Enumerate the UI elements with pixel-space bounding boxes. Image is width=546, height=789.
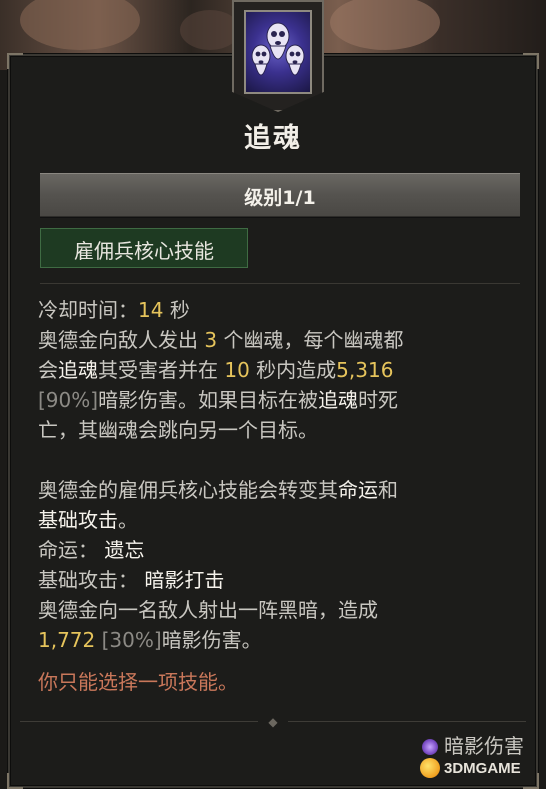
keyword-haunt: 追魂	[58, 358, 98, 382]
basic-attack-value: 暗影打击	[144, 568, 225, 592]
ghost-count: 3	[204, 328, 218, 352]
description-text: 时死	[358, 388, 399, 412]
description-line: 会追魂其受害者并在 10 秒内造成5,316	[38, 355, 518, 385]
site-watermark: 3DMGAME	[420, 758, 540, 784]
description-text: 暗影伤害。如果目标在被	[98, 388, 319, 412]
cooldown-line: 冷却时间：14 秒	[38, 295, 518, 325]
description-text: 其受害者并在	[98, 358, 218, 382]
divider-line	[20, 721, 258, 722]
section-divider	[40, 283, 520, 284]
description-text: 会	[38, 358, 58, 382]
description-line: 奥德金向一名敌人射出一阵黑暗，造成	[38, 598, 378, 622]
description-text: 个幽魂，每个幽魂都	[223, 328, 404, 352]
basic-attack-label: 基础攻击：	[38, 568, 138, 592]
description-line: 奥德金向敌人发出 3 个幽魂，每个幽魂都	[38, 325, 518, 355]
damage-type: 暗影伤害	[422, 730, 524, 759]
basic-attack-line: 基础攻击： 暗影打击	[38, 565, 518, 595]
description-line: 奥德金的雇佣兵核心技能会转变其命运和	[38, 475, 518, 505]
frame-corner	[7, 773, 23, 789]
keyword-basic-attack: 基础攻击	[38, 508, 118, 532]
skill-icon-frame	[232, 0, 324, 112]
ghost-skulls-icon	[244, 10, 312, 94]
skill-category-label: 雇佣兵核心技能	[74, 239, 214, 263]
watermark-text: 3DMGAME	[444, 760, 521, 777]
damage-value: 5,316	[336, 358, 394, 382]
cooldown-value: 14	[138, 298, 164, 322]
description-line: 亡，其幽魂会跳向另一个目标。	[38, 418, 318, 442]
fate-label: 命运：	[38, 538, 98, 562]
keyword-haunt: 追魂	[318, 388, 359, 412]
description-text: 秒内造成	[256, 358, 337, 382]
fate-line: 命运： 遗忘	[38, 535, 518, 565]
description-line: 基础攻击。	[38, 505, 518, 535]
description-text: 暗影伤害。	[161, 628, 262, 652]
damage-type-label: 暗影伤害	[444, 734, 524, 758]
cooldown-label: 冷却时间：	[38, 298, 138, 322]
shadow-damage-icon	[422, 739, 438, 755]
frame-corner	[7, 53, 23, 69]
description-text: 奥德金向敌人发出	[38, 328, 198, 352]
fate-value: 遗忘	[104, 538, 145, 562]
divider-line	[288, 721, 526, 722]
description-line: 1,772 [30%]暗影伤害。	[38, 625, 518, 655]
divider-ornament: ◆	[268, 715, 278, 729]
description-text: 。	[118, 508, 138, 532]
description-line: [90%]暗影伤害。如果目标在被追魂时死	[38, 385, 518, 415]
duration-value: 10	[224, 358, 250, 382]
frame-corner	[523, 53, 539, 69]
footer-divider: ◆	[20, 716, 526, 728]
ghost-skulls-graphic	[251, 22, 305, 76]
basic-damage-value: 1,772	[38, 628, 96, 652]
cooldown-unit: 秒	[169, 298, 190, 322]
selection-warning: 你只能选择一项技能。	[38, 670, 238, 694]
skill-category-tag: 雇佣兵核心技能	[40, 228, 248, 268]
rank-bar: 级别1/1	[40, 173, 520, 217]
rank-label: 级别1/1	[244, 187, 316, 209]
damage-percent: [90%]	[38, 388, 99, 412]
description-text: 和	[378, 478, 398, 502]
skill-title: 追魂	[244, 123, 302, 154]
keyword-fate: 命运	[338, 478, 378, 502]
description-text: 奥德金的雇佣兵核心技能会转变其	[38, 478, 338, 502]
basic-damage-percent: [30%]	[101, 628, 162, 652]
skill-description: 冷却时间：14 秒 奥德金向敌人发出 3 个幽魂，每个幽魂都 会追魂其受害者并在…	[38, 295, 518, 697]
watermark-logo-icon	[420, 758, 440, 778]
